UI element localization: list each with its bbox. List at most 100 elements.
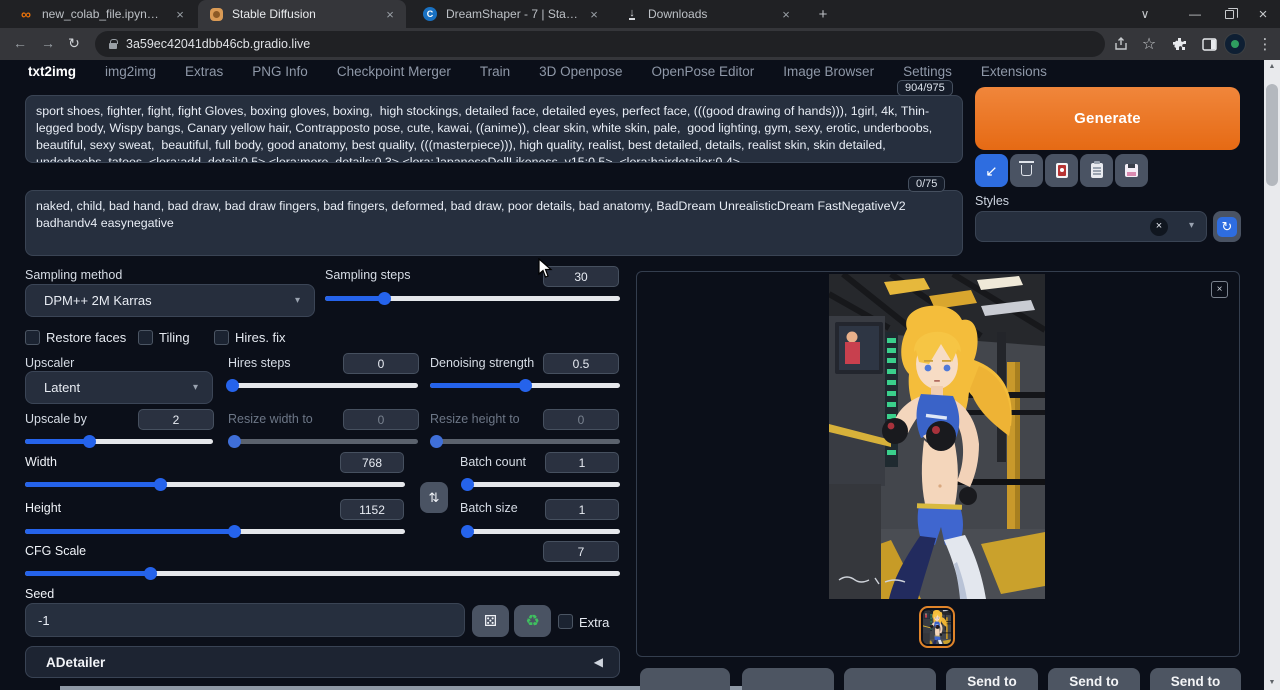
tab-txt2img[interactable]: txt2img (28, 64, 76, 79)
side-panel-icon[interactable] (1198, 33, 1220, 55)
generate-button[interactable]: Generate (975, 87, 1240, 150)
card-icon (1056, 163, 1068, 178)
clipboard-icon (1091, 163, 1103, 178)
reload-button[interactable]: ↻ (64, 35, 84, 53)
extensions-puzzle-icon[interactable] (1168, 33, 1190, 55)
window-restore-button[interactable] (1212, 0, 1246, 28)
hires-steps-slider[interactable] (228, 379, 418, 392)
tab-close-icon[interactable]: × (778, 7, 794, 22)
upscale-by-value[interactable]: 2 (138, 409, 214, 430)
random-seed-button[interactable]: ⚄ (472, 605, 509, 637)
extra-seed-checkbox[interactable] (558, 614, 573, 629)
url-bar[interactable]: 3a59ec42041dbb46cb.gradio.live (95, 31, 1105, 57)
height-value[interactable]: 1152 (340, 499, 404, 520)
browser-menu-icon[interactable]: ⋮ (1254, 33, 1276, 55)
gallery-button-2[interactable] (742, 668, 834, 690)
negative-prompt-input[interactable] (25, 190, 963, 256)
prompt-input[interactable] (25, 95, 963, 163)
send-to-extras-button[interactable]: Send toextras (1150, 668, 1241, 690)
tab-close-icon[interactable]: × (382, 7, 398, 22)
window-close-button[interactable]: × (1246, 0, 1280, 28)
tab-stable-diffusion[interactable]: Stable Diffusion × (198, 0, 406, 28)
sampling-method-dropdown[interactable]: DPM++ 2M Karras ▾ (25, 284, 315, 317)
arrow-down-left-icon: ↙ (985, 162, 998, 180)
send-to-img2img-button[interactable]: Send toimg2img (946, 668, 1038, 690)
extra-networks-button[interactable] (1045, 154, 1078, 187)
styles-dropdown[interactable]: × ▾ (975, 211, 1207, 242)
upscale-by-slider[interactable] (25, 435, 213, 448)
new-tab-button[interactable]: + (812, 4, 834, 26)
tab-png-info[interactable]: PNG Info (252, 64, 308, 79)
tab-title: Stable Diffusion (232, 7, 374, 21)
reuse-seed-button[interactable]: ♻ (514, 605, 551, 637)
close-image-button[interactable]: × (1211, 281, 1228, 298)
batch-size-value[interactable]: 1 (545, 499, 619, 520)
screen: ∞ new_colab_file.ipynb - Colaborat × Sta… (0, 0, 1280, 690)
width-slider[interactable] (25, 478, 405, 491)
tab-colab[interactable]: ∞ new_colab_file.ipynb - Colaborat × (8, 0, 196, 28)
tab-image-browser[interactable]: Image Browser (783, 64, 874, 79)
lock-icon (109, 43, 117, 49)
upscaler-dropdown[interactable]: Latent ▾ (25, 371, 213, 404)
civitai-icon: C (422, 6, 438, 22)
apply-styles-button[interactable] (1080, 154, 1113, 187)
gallery-button-3[interactable] (844, 668, 936, 690)
refresh-styles-button[interactable]: ↻ (1213, 211, 1241, 242)
window-minimize-button[interactable]: — (1178, 0, 1212, 28)
tab-downloads[interactable]: ↓ Downloads × (614, 0, 802, 28)
sampling-steps-value[interactable]: 30 (543, 266, 619, 287)
send-to-inpaint-button[interactable]: Send toinpaint (1048, 668, 1140, 690)
batch-count-value[interactable]: 1 (545, 452, 619, 473)
cfg-scale-value[interactable]: 7 (543, 541, 619, 562)
save-style-button[interactable] (1115, 154, 1148, 187)
gallery-button-1[interactable] (640, 668, 730, 690)
sampling-steps-slider[interactable] (325, 292, 620, 305)
scroll-down-icon[interactable]: ▼ (1264, 676, 1280, 690)
bookmark-star-icon[interactable]: ☆ (1138, 33, 1160, 55)
gallery-thumbnail[interactable] (919, 606, 955, 648)
adetailer-accordion[interactable]: ADetailer ◀ (25, 646, 620, 678)
hires-steps-value[interactable]: 0 (343, 353, 419, 374)
resize-width-value: 0 (343, 409, 419, 430)
page-scrollbar[interactable]: ▲ ▼ (1264, 60, 1280, 690)
tab-checkpoint-merger[interactable]: Checkpoint Merger (337, 64, 451, 79)
scroll-up-icon[interactable]: ▲ (1264, 60, 1280, 74)
denoising-slider[interactable] (430, 379, 620, 392)
forward-button[interactable]: → (38, 35, 58, 53)
tab-openpose-editor[interactable]: OpenPose Editor (651, 64, 754, 79)
tab-img2img[interactable]: img2img (105, 64, 156, 79)
batch-count-slider[interactable] (462, 478, 620, 491)
hires-fix-checkbox[interactable] (214, 330, 229, 345)
denoising-value[interactable]: 0.5 (543, 353, 619, 374)
tab-close-icon[interactable]: × (172, 7, 188, 22)
hires-steps-label: Hires steps (228, 356, 291, 370)
height-slider[interactable] (25, 525, 405, 538)
tab-extensions[interactable]: Extensions (981, 64, 1047, 79)
tab-settings[interactable]: Settings (903, 64, 952, 79)
cfg-scale-slider[interactable] (25, 567, 620, 580)
tab-close-icon[interactable]: × (586, 7, 602, 22)
profile-avatar[interactable] (1224, 33, 1246, 55)
read-parameters-button[interactable]: ↙ (975, 154, 1008, 187)
tab-extras[interactable]: Extras (185, 64, 223, 79)
generated-image[interactable] (829, 274, 1045, 599)
tab-search-chevron-icon[interactable]: ∨ (1128, 0, 1162, 28)
seed-input[interactable] (25, 603, 465, 637)
clear-styles-icon[interactable]: × (1150, 218, 1168, 236)
back-button[interactable]: ← (10, 35, 30, 53)
restore-faces-checkbox[interactable] (25, 330, 40, 345)
tab-dreamshaper[interactable]: C DreamShaper - 7 | Stable Diffusio × (412, 0, 610, 28)
chevron-down-icon: ▾ (1189, 220, 1194, 231)
swap-dimensions-button[interactable]: ⇅ (420, 482, 448, 513)
batch-size-slider[interactable] (462, 525, 620, 538)
width-value[interactable]: 768 (340, 452, 404, 473)
scrollbar-thumb[interactable] (1266, 84, 1278, 186)
tab-3d-openpose[interactable]: 3D Openpose (539, 64, 622, 79)
tab-train[interactable]: Train (480, 64, 510, 79)
resize-height-value: 0 (543, 409, 619, 430)
height-label: Height (25, 501, 61, 515)
share-icon[interactable] (1110, 33, 1132, 55)
refresh-icon: ↻ (1217, 217, 1237, 237)
clear-prompt-button[interactable] (1010, 154, 1043, 187)
tiling-checkbox[interactable] (138, 330, 153, 345)
